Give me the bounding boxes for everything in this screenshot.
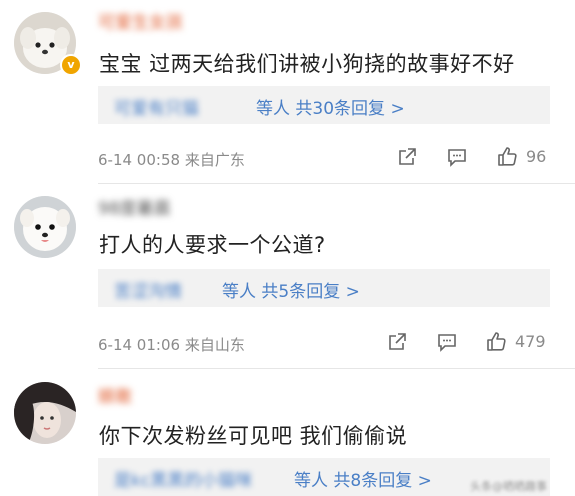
avatar[interactable]	[14, 196, 76, 258]
reply-count-link[interactable]: 等人 共5条回复 >	[222, 277, 360, 302]
source: 来自广东	[184, 151, 245, 169]
reply-usernames[interactable]: 可爱有只猫	[114, 94, 199, 119]
reply-count-link[interactable]: 等人 共8条回复 >	[294, 466, 432, 491]
thumbs-up-icon[interactable]	[485, 330, 507, 352]
share-icon[interactable]	[386, 331, 408, 353]
reply-usernames[interactable]: 苦涩沟情	[114, 277, 182, 302]
reply-usernames[interactable]: 是kc黑黑的小猫咪	[114, 466, 252, 491]
share-icon[interactable]	[396, 146, 418, 168]
avatar[interactable]	[14, 382, 76, 444]
comment-text: 你下次发粉丝可见吧 我们偷偷说	[99, 424, 408, 448]
username[interactable]: 可爱生女孩	[98, 8, 183, 33]
username[interactable]: 娘敢	[98, 382, 132, 407]
comment-meta: 6-14 01:06 来自山东	[98, 334, 245, 355]
comment-icon[interactable]	[436, 331, 458, 353]
divider	[98, 183, 575, 184]
reply-count-link[interactable]: 等人 共30条回复 >	[256, 94, 405, 119]
timestamp: 6-14 00:58	[98, 151, 181, 169]
comment-icon[interactable]	[446, 146, 468, 168]
reply-summary[interactable]: 可爱有只猫 等人 共30条回复 >	[98, 86, 550, 124]
like-count: 96	[526, 147, 547, 166]
comment-text: 宝宝 过两天给我们讲被小狗挠的故事好不好	[99, 52, 515, 76]
verified-badge: v	[60, 54, 82, 76]
reply-summary[interactable]: 苦涩沟情 等人 共5条回复 >	[98, 269, 550, 307]
watermark: 头条@晒晒趣事	[470, 480, 547, 493]
comment-text: 打人的人要求一个公道?	[99, 233, 326, 257]
source: 来自山东	[184, 336, 245, 354]
thumbs-up-icon[interactable]	[496, 145, 518, 167]
divider	[98, 368, 575, 369]
timestamp: 6-14 01:06	[98, 336, 181, 354]
like-count: 479	[515, 332, 546, 351]
comment-meta: 6-14 00:58 来自广东	[98, 149, 245, 170]
username[interactable]: 98度暑晨	[98, 194, 171, 219]
